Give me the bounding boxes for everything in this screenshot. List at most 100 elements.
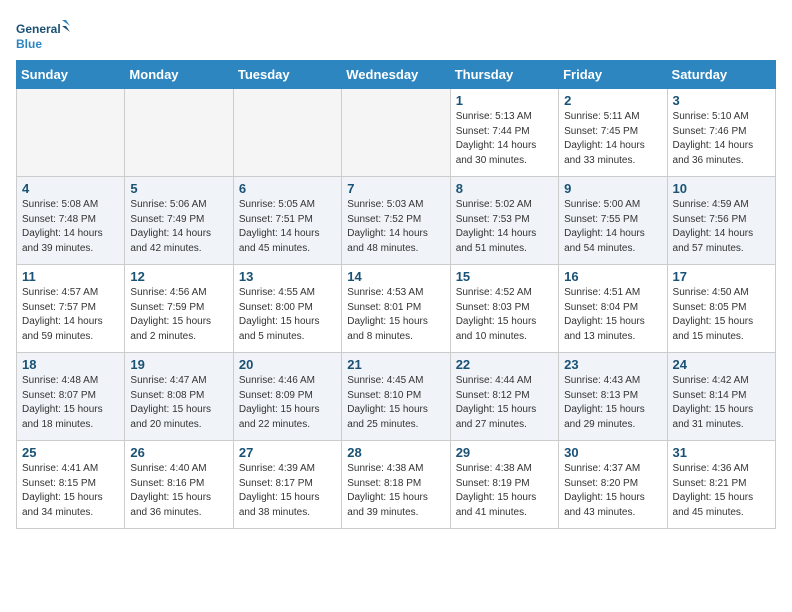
logo: General Blue: [16, 16, 71, 56]
day-info: Sunrise: 4:57 AM Sunset: 7:57 PM Dayligh…: [22, 286, 119, 344]
calendar-cell: 21 Sunrise: 4:45 AM Sunset: 8:10 PM Dayli…: [342, 353, 450, 441]
calendar-cell: 16 Sunrise: 4:51 AM Sunset: 8:04 PM Dayli…: [559, 265, 667, 353]
day-number: 2: [564, 93, 661, 108]
week-row-5: 25 Sunrise: 4:41 AM Sunset: 8:15 PM Dayli…: [17, 441, 776, 529]
weekday-header-thursday: Thursday: [450, 61, 558, 89]
calendar-cell: 15 Sunrise: 4:52 AM Sunset: 8:03 PM Dayli…: [450, 265, 558, 353]
week-row-2: 4Sunrise: 5:08 AM Sunset: 7:48 PM Daylig…: [17, 177, 776, 265]
day-info: Sunrise: 4:44 AM Sunset: 8:12 PM Dayligh…: [456, 374, 553, 432]
day-number: 30: [564, 445, 661, 460]
day-info: Sunrise: 4:51 AM Sunset: 8:04 PM Dayligh…: [564, 286, 661, 344]
day-info: Sunrise: 4:38 AM Sunset: 8:19 PM Dayligh…: [456, 462, 553, 520]
day-info: Sunrise: 4:42 AM Sunset: 8:14 PM Dayligh…: [673, 374, 770, 432]
calendar-table: SundayMondayTuesdayWednesdayThursdayFrid…: [16, 60, 776, 529]
calendar-cell: [342, 89, 450, 177]
day-number: 28: [347, 445, 444, 460]
day-number: 11: [22, 269, 119, 284]
day-number: 22: [456, 357, 553, 372]
day-info: Sunrise: 4:59 AM Sunset: 7:56 PM Dayligh…: [673, 198, 770, 256]
page-header: General Blue: [16, 16, 776, 56]
day-number: 9: [564, 181, 661, 196]
day-number: 4: [22, 181, 119, 196]
calendar-cell: 19Sunrise: 4:47 AM Sunset: 8:08 PM Dayli…: [125, 353, 233, 441]
day-info: Sunrise: 4:56 AM Sunset: 7:59 PM Dayligh…: [130, 286, 227, 344]
calendar-cell: 30Sunrise: 4:37 AM Sunset: 8:20 PM Dayli…: [559, 441, 667, 529]
day-number: 20: [239, 357, 336, 372]
day-number: 8: [456, 181, 553, 196]
weekday-header-monday: Monday: [125, 61, 233, 89]
day-number: 1: [456, 93, 553, 108]
day-info: Sunrise: 4:41 AM Sunset: 8:15 PM Dayligh…: [22, 462, 119, 520]
calendar-cell: [125, 89, 233, 177]
day-number: 19: [130, 357, 227, 372]
day-number: 26: [130, 445, 227, 460]
calendar-cell: 28Sunrise: 4:38 AM Sunset: 8:18 PM Dayli…: [342, 441, 450, 529]
day-info: Sunrise: 5:11 AM Sunset: 7:45 PM Dayligh…: [564, 110, 661, 168]
day-info: Sunrise: 4:45 AM Sunset: 8:10 PM Dayligh…: [347, 374, 444, 432]
calendar-cell: 14Sunrise: 4:53 AM Sunset: 8:01 PM Dayli…: [342, 265, 450, 353]
day-number: 6: [239, 181, 336, 196]
day-info: Sunrise: 4:52 AM Sunset: 8:03 PM Dayligh…: [456, 286, 553, 344]
calendar-cell: 23 Sunrise: 4:43 AM Sunset: 8:13 PM Dayli…: [559, 353, 667, 441]
week-row-3: 11 Sunrise: 4:57 AM Sunset: 7:57 PM Dayli…: [17, 265, 776, 353]
calendar-cell: 6 Sunrise: 5:05 AM Sunset: 7:51 PM Daylig…: [233, 177, 341, 265]
calendar-cell: 5 Sunrise: 5:06 AM Sunset: 7:49 PM Daylig…: [125, 177, 233, 265]
logo-svg: General Blue: [16, 16, 71, 56]
day-info: Sunrise: 5:10 AM Sunset: 7:46 PM Dayligh…: [673, 110, 770, 168]
day-number: 23: [564, 357, 661, 372]
weekday-header-friday: Friday: [559, 61, 667, 89]
svg-text:General: General: [16, 22, 61, 36]
day-number: 27: [239, 445, 336, 460]
day-info: Sunrise: 4:46 AM Sunset: 8:09 PM Dayligh…: [239, 374, 336, 432]
weekday-header-tuesday: Tuesday: [233, 61, 341, 89]
day-number: 21: [347, 357, 444, 372]
day-info: Sunrise: 5:06 AM Sunset: 7:49 PM Dayligh…: [130, 198, 227, 256]
calendar-cell: 29Sunrise: 4:38 AM Sunset: 8:19 PM Dayli…: [450, 441, 558, 529]
day-number: 15: [456, 269, 553, 284]
day-number: 16: [564, 269, 661, 284]
svg-text:Blue: Blue: [16, 37, 42, 51]
day-number: 10: [673, 181, 770, 196]
calendar-cell: 17 Sunrise: 4:50 AM Sunset: 8:05 PM Dayli…: [667, 265, 775, 353]
weekday-header-wednesday: Wednesday: [342, 61, 450, 89]
day-info: Sunrise: 5:13 AM Sunset: 7:44 PM Dayligh…: [456, 110, 553, 168]
calendar-cell: 13Sunrise: 4:55 AM Sunset: 8:00 PM Dayli…: [233, 265, 341, 353]
calendar-cell: 25 Sunrise: 4:41 AM Sunset: 8:15 PM Dayli…: [17, 441, 125, 529]
day-info: Sunrise: 4:48 AM Sunset: 8:07 PM Dayligh…: [22, 374, 119, 432]
day-info: Sunrise: 4:53 AM Sunset: 8:01 PM Dayligh…: [347, 286, 444, 344]
calendar-cell: 10 Sunrise: 4:59 AM Sunset: 7:56 PM Dayli…: [667, 177, 775, 265]
calendar-cell: 7Sunrise: 5:03 AM Sunset: 7:52 PM Daylig…: [342, 177, 450, 265]
day-number: 5: [130, 181, 227, 196]
calendar-cell: 18 Sunrise: 4:48 AM Sunset: 8:07 PM Dayli…: [17, 353, 125, 441]
calendar-cell: 27Sunrise: 4:39 AM Sunset: 8:17 PM Dayli…: [233, 441, 341, 529]
day-info: Sunrise: 4:43 AM Sunset: 8:13 PM Dayligh…: [564, 374, 661, 432]
day-info: Sunrise: 5:00 AM Sunset: 7:55 PM Dayligh…: [564, 198, 661, 256]
calendar-cell: 12 Sunrise: 4:56 AM Sunset: 7:59 PM Dayli…: [125, 265, 233, 353]
calendar-cell: 24Sunrise: 4:42 AM Sunset: 8:14 PM Dayli…: [667, 353, 775, 441]
day-info: Sunrise: 4:40 AM Sunset: 8:16 PM Dayligh…: [130, 462, 227, 520]
calendar-cell: [17, 89, 125, 177]
day-number: 25: [22, 445, 119, 460]
day-number: 31: [673, 445, 770, 460]
weekday-header-row: SundayMondayTuesdayWednesdayThursdayFrid…: [17, 61, 776, 89]
calendar-cell: [233, 89, 341, 177]
calendar-cell: 3 Sunrise: 5:10 AM Sunset: 7:46 PM Daylig…: [667, 89, 775, 177]
calendar-cell: 20 Sunrise: 4:46 AM Sunset: 8:09 PM Dayli…: [233, 353, 341, 441]
calendar-cell: 8 Sunrise: 5:02 AM Sunset: 7:53 PM Daylig…: [450, 177, 558, 265]
calendar-cell: 4Sunrise: 5:08 AM Sunset: 7:48 PM Daylig…: [17, 177, 125, 265]
calendar-cell: 31 Sunrise: 4:36 AM Sunset: 8:21 PM Dayli…: [667, 441, 775, 529]
day-number: 18: [22, 357, 119, 372]
day-number: 17: [673, 269, 770, 284]
day-number: 12: [130, 269, 227, 284]
day-number: 3: [673, 93, 770, 108]
day-info: Sunrise: 4:36 AM Sunset: 8:21 PM Dayligh…: [673, 462, 770, 520]
week-row-4: 18 Sunrise: 4:48 AM Sunset: 8:07 PM Dayli…: [17, 353, 776, 441]
calendar-cell: 22 Sunrise: 4:44 AM Sunset: 8:12 PM Dayli…: [450, 353, 558, 441]
day-info: Sunrise: 5:02 AM Sunset: 7:53 PM Dayligh…: [456, 198, 553, 256]
calendar-cell: 26 Sunrise: 4:40 AM Sunset: 8:16 PM Dayli…: [125, 441, 233, 529]
day-info: Sunrise: 4:50 AM Sunset: 8:05 PM Dayligh…: [673, 286, 770, 344]
day-number: 7: [347, 181, 444, 196]
calendar-cell: 2 Sunrise: 5:11 AM Sunset: 7:45 PM Daylig…: [559, 89, 667, 177]
calendar-cell: 11 Sunrise: 4:57 AM Sunset: 7:57 PM Dayli…: [17, 265, 125, 353]
day-info: Sunrise: 5:05 AM Sunset: 7:51 PM Dayligh…: [239, 198, 336, 256]
